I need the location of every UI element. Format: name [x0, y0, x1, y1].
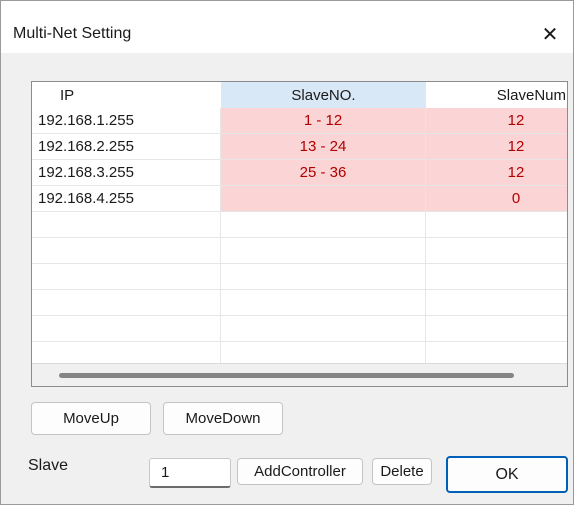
- empty-cell[interactable]: [32, 238, 221, 264]
- cell-ip[interactable]: 192.168.2.255: [32, 134, 221, 160]
- empty-cell[interactable]: [32, 212, 221, 238]
- empty-table-row[interactable]: [32, 316, 567, 342]
- cell-slave-num[interactable]: 12: [426, 160, 567, 186]
- close-icon[interactable]: ✕: [537, 21, 563, 47]
- cell-slave-num[interactable]: 12: [426, 108, 567, 134]
- cell-ip[interactable]: 192.168.1.255: [32, 108, 221, 134]
- empty-table-row[interactable]: [32, 290, 567, 316]
- multi-net-grid[interactable]: IP SlaveNO. SlaveNum 192.168.1.255 1 - 12…: [31, 81, 568, 387]
- scrollbar-thumb[interactable]: [59, 373, 514, 378]
- empty-cell[interactable]: [32, 290, 221, 316]
- empty-cell[interactable]: [426, 290, 567, 316]
- cell-slave-no[interactable]: 1 - 12: [221, 108, 426, 134]
- slave-input[interactable]: [149, 458, 231, 488]
- column-header-slave-no[interactable]: SlaveNO.: [221, 82, 426, 108]
- empty-cell[interactable]: [221, 238, 426, 264]
- empty-cell[interactable]: [426, 238, 567, 264]
- empty-table-row[interactable]: [32, 264, 567, 290]
- column-header-slave-num[interactable]: SlaveNum: [426, 82, 567, 108]
- column-header-ip[interactable]: IP: [32, 82, 221, 108]
- window-title: Multi-Net Setting: [13, 25, 132, 42]
- cell-ip[interactable]: 192.168.3.255: [32, 160, 221, 186]
- table-row[interactable]: 192.168.4.255 0: [32, 186, 567, 212]
- move-down-button[interactable]: MoveDown: [163, 402, 283, 435]
- empty-cell[interactable]: [426, 316, 567, 342]
- slave-label: Slave: [28, 457, 69, 474]
- empty-cell[interactable]: [221, 316, 426, 342]
- cell-slave-num[interactable]: 0: [426, 186, 567, 212]
- cell-slave-no[interactable]: 25 - 36: [221, 160, 426, 186]
- empty-cell[interactable]: [32, 264, 221, 290]
- delete-button[interactable]: Delete: [372, 458, 432, 485]
- grid-header: IP SlaveNO. SlaveNum: [32, 82, 567, 108]
- cell-ip[interactable]: 192.168.4.255: [32, 186, 221, 212]
- empty-cell[interactable]: [221, 264, 426, 290]
- move-up-button[interactable]: MoveUp: [31, 402, 151, 435]
- empty-cell[interactable]: [32, 316, 221, 342]
- ok-button[interactable]: OK: [446, 456, 568, 493]
- empty-table-row[interactable]: [32, 238, 567, 264]
- empty-cell[interactable]: [221, 290, 426, 316]
- table-row[interactable]: 192.168.2.255 13 - 24 12: [32, 134, 567, 160]
- cell-slave-num[interactable]: 12: [426, 134, 567, 160]
- horizontal-scrollbar[interactable]: [32, 363, 567, 386]
- add-controller-button[interactable]: AddController: [237, 458, 363, 485]
- cell-slave-no[interactable]: [221, 186, 426, 212]
- empty-cell[interactable]: [221, 212, 426, 238]
- empty-cell[interactable]: [426, 212, 567, 238]
- empty-cell[interactable]: [426, 264, 567, 290]
- table-row[interactable]: 192.168.1.255 1 - 12 12: [32, 108, 567, 134]
- title-bar: Multi-Net Setting ✕: [1, 1, 573, 53]
- empty-table-row[interactable]: [32, 212, 567, 238]
- cell-slave-no[interactable]: 13 - 24: [221, 134, 426, 160]
- multi-net-setting-dialog: Multi-Net Setting ✕ IP SlaveNO. SlaveNum…: [0, 0, 574, 505]
- table-row[interactable]: 192.168.3.255 25 - 36 12: [32, 160, 567, 186]
